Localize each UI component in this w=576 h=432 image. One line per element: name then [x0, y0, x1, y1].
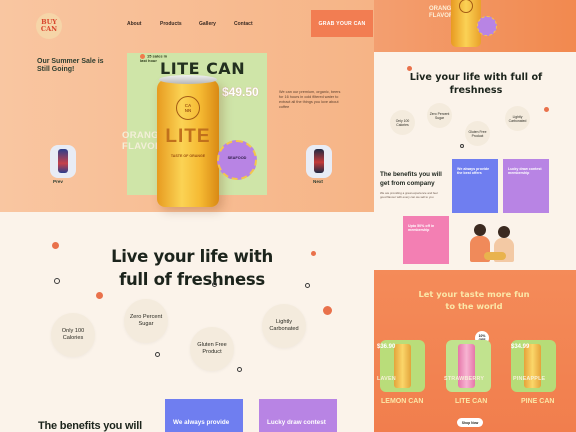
summer-sale-text: Our Summer Sale is Still Going!	[37, 58, 104, 73]
preview-card-offers[interactable]: We always provide the best offers	[452, 159, 498, 213]
brand-logo[interactable]: BUY CAN	[36, 13, 62, 39]
page-preview-panel: ORANGE FLAVOR Live your life with full o…	[374, 0, 576, 432]
pine-price: $34.99	[511, 344, 530, 350]
lemon-price: $36.90	[377, 344, 396, 350]
lemon-flavor: LAVEN	[377, 376, 396, 382]
feature-carbonated: Lightly Carbonated	[262, 304, 306, 348]
feature-calories: Only 100 Calories	[51, 313, 95, 357]
decor-ring	[460, 144, 464, 148]
can-logo	[459, 0, 473, 13]
benefits-title: The benefits you will	[38, 420, 142, 432]
preview-feature-gluten: Gluten Free Product	[465, 121, 490, 146]
can-subtitle: TASTE OF ORANGE	[170, 154, 206, 158]
can-icon	[314, 149, 324, 173]
decor-ring	[212, 282, 217, 287]
can-icon	[58, 149, 68, 173]
shop-now-button[interactable]: Shop Now	[457, 418, 483, 427]
preview-taste-title: Let your taste more fun to the world	[418, 289, 530, 311]
decor-dot	[323, 306, 332, 315]
nav-gallery[interactable]: Gallery	[199, 21, 216, 27]
main-landing-page: BUY CAN About Products Gallery Contact G…	[0, 0, 374, 432]
nav-about[interactable]: About	[127, 21, 141, 27]
lite-flavor: STRAWBERRY	[444, 376, 485, 382]
decor-ring	[54, 278, 60, 284]
preview-benefits-desc: We are providing a great experience and …	[380, 191, 438, 199]
next-product-thumb[interactable]	[306, 145, 332, 178]
grab-your-can-button[interactable]: GRAB YOUR CAN	[311, 10, 373, 37]
preview-feature-carbonated: Lightly Carbonated	[505, 106, 530, 131]
preview-seal-badge	[477, 16, 497, 36]
seafood-seal-badge: SEAFOOD	[217, 140, 257, 180]
preview-feature-sugar: Zero Percent Sugar	[427, 103, 452, 128]
nav-contact[interactable]: Contact	[234, 21, 253, 27]
can-lid	[159, 75, 217, 84]
lemon-can-name: LEMON CAN	[381, 398, 424, 405]
preview-feature-calories: Only 100 Calories	[390, 110, 415, 135]
people-illustration	[466, 222, 526, 266]
decor-ring	[155, 352, 160, 357]
preview-card-membership[interactable]: Upto 50% off in membership	[403, 216, 449, 264]
product-can-image: CA NN LITE TASTE OF ORANGE	[157, 75, 219, 207]
next-button[interactable]: Next	[313, 179, 323, 184]
fire-icon	[140, 54, 145, 59]
decor-ring	[305, 283, 310, 288]
preview-benefits-title: The benefits you will get from company	[380, 171, 442, 187]
decor-dot	[407, 66, 412, 71]
prev-product-thumb[interactable]	[50, 145, 76, 178]
benefit-card-lucky-draw[interactable]: Lucky draw contest	[259, 399, 337, 432]
decor-dot	[311, 251, 316, 256]
product-description: We can our premium, organic, beers for 1…	[279, 90, 341, 109]
freshness-title: Live your life with full of freshness	[111, 247, 273, 289]
decor-ring	[237, 367, 242, 372]
decor-dot	[544, 107, 549, 112]
lite-can-name: LITE CAN	[455, 398, 488, 405]
decor-dot	[96, 292, 103, 299]
product-price: $49.50	[222, 85, 259, 99]
prev-button[interactable]: Prev	[53, 179, 63, 184]
preview-freshness-title: Live your life with full of freshness	[409, 72, 543, 96]
benefit-card-offers[interactable]: We always provide	[165, 399, 243, 432]
can-logo: CA NN	[176, 96, 200, 120]
feature-gluten: Gluten Free Product	[190, 327, 234, 371]
can-brand-word: LITE	[165, 126, 211, 147]
feature-sugar: Zero Percent Sugar	[124, 299, 168, 343]
nav-products[interactable]: Products	[160, 21, 182, 27]
lemon-can-image	[394, 344, 411, 388]
decor-dot	[52, 242, 59, 249]
pine-flavor: PINEAPPLE	[513, 376, 546, 382]
pine-can-name: PINE CAN	[521, 398, 555, 405]
preview-card-lucky-draw[interactable]: Lucky draw contest membership	[503, 159, 549, 213]
